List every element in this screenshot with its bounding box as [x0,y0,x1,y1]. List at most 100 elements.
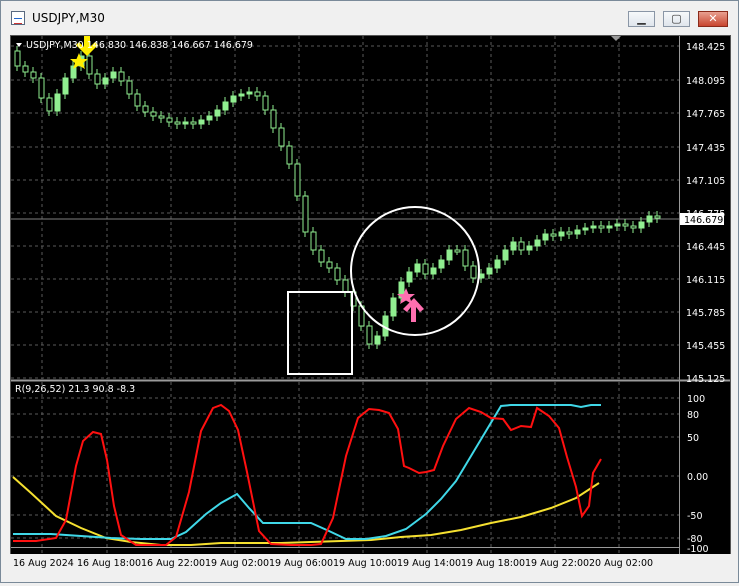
candle-body [302,195,309,233]
candle-body [54,93,61,112]
candle-body [438,259,445,269]
candle-body [558,231,565,237]
minimize-button[interactable]: ▁ [628,11,655,27]
time-label: 16 Aug 18:00 [77,558,141,569]
candle-body [646,215,653,223]
indicator-axis-label: -50 [687,511,703,522]
maximize-button[interactable]: ▢ [663,11,690,27]
candle-body [150,111,157,117]
candle-body [174,121,181,125]
candle-body [582,227,589,231]
time-label: 19 Aug 14:00 [397,558,461,569]
candle-body [102,77,109,85]
candle-body [606,225,613,229]
current-price-label: 146.679 [684,215,723,226]
time-axis-strip[interactable]: 16 Aug 2024 16 Aug 18:00 16 Aug 22:00 19… [1,554,738,582]
candle-body [214,109,221,117]
candle-body [94,73,101,85]
price-grid [11,36,679,379]
indicator-yellow-line [12,476,600,546]
candle-body [38,77,45,99]
price-label: 145.125 [686,374,725,385]
time-label: 16 Aug 22:00 [141,558,205,569]
candle-body [278,127,285,147]
candle-body [254,91,261,97]
candle-body [374,335,381,345]
candle-body [118,71,125,82]
candle-body [166,117,173,123]
candle-body [550,233,557,237]
candle-body [574,229,581,235]
indicator-grid [11,382,679,555]
candle-body [198,119,205,125]
time-label: 19 Aug 22:00 [525,558,589,569]
candle-body [110,71,117,79]
candle-body [494,259,501,269]
price-label: 145.455 [686,341,725,352]
time-label: 19 Aug 02:00 [205,558,269,569]
candle-body [430,267,437,275]
candle-body [542,233,549,241]
candle-body [246,91,253,95]
candle-body [422,263,429,275]
candle-body [22,65,29,73]
chart-window: USDJPY,M30 ▁ ▢ ✕ USDJPY,M30 146.830 146.… [0,0,739,583]
indicator-axis-label: 0.00 [687,472,708,483]
chart-window-icon [11,11,25,25]
candlesticks [14,46,661,349]
candle-body [622,223,629,227]
candle-body [262,95,269,111]
candle-body [46,97,53,112]
candle-body [486,267,493,275]
candle-body [462,249,469,267]
price-label: 148.425 [686,42,725,53]
indicator-axis-label: 50 [687,433,699,444]
indicator-axis-label: 80 [687,410,699,421]
candle-body [142,105,149,113]
candle-body [502,249,509,261]
candle-body [406,271,413,283]
title-bar[interactable]: USDJPY,M30 ▁ ▢ ✕ [1,1,738,35]
candle-body [286,145,293,165]
indicator-axis[interactable]: 100 80 50 0.00 -50 -80 -100 [687,394,709,555]
candle-body [158,115,165,119]
candle-body [310,231,317,251]
price-label: 148.095 [686,76,725,87]
candle-body [222,101,229,111]
time-label: 20 Aug 02:00 [589,558,653,569]
candle-body [390,297,397,317]
white-rectangle-annotation[interactable] [287,291,353,375]
candle-body [14,50,21,67]
price-label: 145.785 [686,308,725,319]
candle-body [62,77,69,95]
candle-body [86,55,93,75]
time-label: 19 Aug 06:00 [269,558,333,569]
time-axis: 16 Aug 2024 16 Aug 18:00 16 Aug 22:00 19… [13,558,653,569]
indicator-axis-label: 100 [687,394,705,405]
candle-body [518,241,525,251]
candle-body [590,225,597,229]
candle-body [190,121,197,125]
candle-body [230,95,237,103]
candle-body [294,163,301,197]
indicator-label: R(9,26,52) 21.3 90.8 -8.3 [15,384,135,395]
price-label: 146.115 [686,275,725,286]
candle-body [270,109,277,129]
candle-body [318,249,325,263]
candle-body [630,225,637,229]
candle-body [470,265,477,279]
candle-body [30,71,37,79]
price-label: 147.765 [686,109,725,120]
time-label: 19 Aug 18:00 [461,558,525,569]
candle-body [366,325,373,345]
close-button[interactable]: ✕ [698,11,728,27]
candle-body [654,215,661,219]
candle-body [566,231,573,235]
window-title: USDJPY,M30 [32,11,105,25]
chart-area[interactable]: USDJPY,M30 146.830 146.838 146.667 146.6… [10,35,731,556]
candle-body [454,249,461,253]
pink-up-arrow-icon[interactable] [403,298,424,322]
candle-body [206,115,213,121]
candle-body [134,93,141,107]
candle-body [414,263,421,273]
